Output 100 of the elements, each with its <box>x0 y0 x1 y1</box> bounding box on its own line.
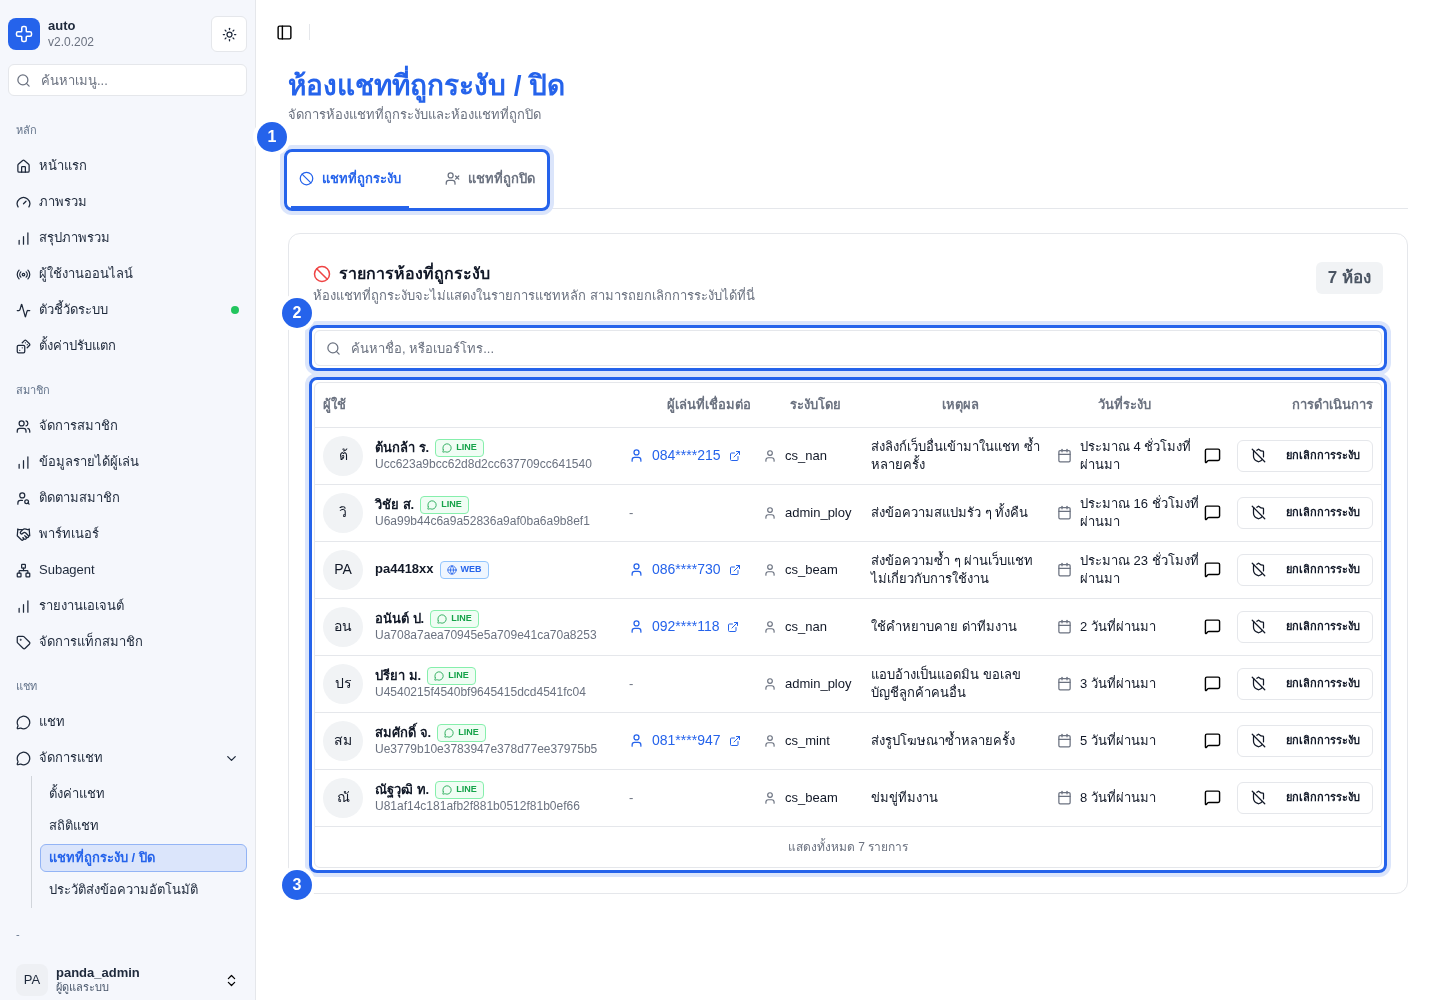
chat-bubble-icon <box>16 714 31 730</box>
chat-bubble-icon <box>442 785 453 795</box>
theme-toggle-button[interactable] <box>211 16 247 52</box>
blocked-date: 3 วันที่ผ่านมา <box>1080 674 1156 693</box>
tab[interactable]: แชทที่ถูกปิด <box>437 151 543 208</box>
user-avatar: PA <box>16 964 48 996</box>
sidebar-item[interactable]: รายงานเอเจนต์ <box>8 588 247 624</box>
home-icon <box>16 158 31 174</box>
chat-bubble-icon <box>427 500 438 510</box>
sidebar-item[interactable]: ตัวชี้วัดระบบ <box>8 292 247 328</box>
user-avatar: วิ <box>323 492 363 533</box>
blocked-by: admin_ploy <box>785 674 852 693</box>
user-avatar: PA <box>323 549 363 590</box>
user-role: ผู้ดูแลระบบ <box>56 981 110 995</box>
block-reason: ส่งรูปโฆษณาซ้ำหลายครั้ง <box>871 731 1016 750</box>
external-link-icon <box>728 449 741 462</box>
block-reason: ข่มขู่ทีมงาน <box>871 788 939 807</box>
sidebar-item[interactable]: ภาพรวม <box>8 184 247 220</box>
unblock-button[interactable]: ยกเลิกการระงับ <box>1237 553 1373 586</box>
blocked-date: 2 วันที่ผ่านมา <box>1080 617 1156 636</box>
calendar-icon <box>1057 733 1072 748</box>
table-search-field[interactable]: ค้นหาชื่อ, หรือเบอร์โทร... <box>314 330 1382 366</box>
sidebar-item[interactable]: ตั้งค่าปรับแตก <box>8 328 247 364</box>
block-reason: แอบอ้างเป็นแอดมิน ขอเลขบัญชีลูกค้าคนอื่น <box>871 665 1022 702</box>
player-link[interactable]: 086****730 <box>629 559 759 580</box>
app-name: auto <box>48 18 77 35</box>
sidebar-item[interactable]: แชท <box>8 704 247 740</box>
sidebar-item[interactable]: จัดการสมาชิก <box>8 408 247 444</box>
blocked-date: 5 วันที่ผ่านมา <box>1080 731 1156 750</box>
block-reason: ใช้คำหยาบคาย ด่าทีมงาน <box>871 617 1018 636</box>
users-icon <box>16 418 31 434</box>
sidebar-item[interactable]: Subagent <box>8 552 247 588</box>
shield-off-icon <box>1250 676 1266 691</box>
unblock-button[interactable]: ยกเลิกการระงับ <box>1237 439 1373 472</box>
sidebar-item[interactable]: ผู้ใช้งานออนไลน์ <box>8 256 247 292</box>
user-name: วิชัย ส. <box>375 496 415 514</box>
unblock-button[interactable]: ยกเลิกการระงับ <box>1237 781 1373 814</box>
blocked-icon <box>313 264 331 283</box>
sidebar-item[interactable]: ข้อมูลรายได้ผู้เล่น <box>8 444 247 480</box>
handshake-icon <box>16 526 31 542</box>
blocked-by: cs_nan <box>785 617 827 636</box>
user-icon <box>629 448 644 463</box>
user-icon <box>629 619 644 634</box>
user-avatar: ณั <box>323 777 363 818</box>
unblock-button[interactable]: ยกเลิกการระงับ <box>1237 667 1373 700</box>
sidebar-subitem[interactable]: ตั้งค่าแชท <box>40 780 247 808</box>
player-link[interactable]: 092****118 <box>629 616 759 637</box>
unblock-button[interactable]: ยกเลิกการระงับ <box>1237 610 1373 643</box>
chat-bubble-icon <box>16 750 31 766</box>
player-link[interactable]: 084****215 <box>629 445 759 466</box>
gauge-icon <box>16 194 31 210</box>
column-header: การดำเนินการ <box>1199 383 1381 427</box>
no-player-text: - <box>629 504 634 520</box>
user-icon <box>763 505 777 520</box>
player-link[interactable]: 081****947 <box>629 730 759 751</box>
menu-search-field[interactable]: ค้นหาเมนู... <box>8 64 247 96</box>
sun-icon <box>221 26 237 42</box>
message-icon <box>1204 561 1221 578</box>
message-icon <box>1204 447 1221 464</box>
unblock-button[interactable]: ยกเลิกการระงับ <box>1237 724 1373 757</box>
bar-chart-icon <box>16 598 31 614</box>
channel-badge: LINE <box>435 439 484 457</box>
page-subtitle: จัดการห้องแชทที่ถูกระงับและห้องแชทที่ถูกปิด <box>288 105 542 125</box>
user-name: ปรียา ม. <box>375 667 422 685</box>
sidebar-item[interactable]: จัดการแชท <box>8 740 247 776</box>
unblock-button[interactable]: ยกเลิกการระงับ <box>1237 496 1373 529</box>
section-label: หลัก <box>15 122 38 138</box>
sidebar-item[interactable]: หน้าแรก <box>8 148 247 184</box>
sidebar-subitem[interactable]: ประวัติส่งข้อความอัตโนมัติ <box>40 876 247 904</box>
section-label: - <box>15 926 21 942</box>
globe-icon <box>446 564 457 575</box>
chat-bubble-icon <box>434 671 445 681</box>
user-icon <box>763 562 777 577</box>
blocked-by: cs_beam <box>785 788 838 807</box>
message-icon <box>1204 504 1221 521</box>
tab[interactable]: แชทที่ถูกระงับ <box>291 151 409 208</box>
external-link-icon <box>728 563 741 576</box>
sidebar-item[interactable]: พาร์ทเนอร์ <box>8 516 247 552</box>
user-name: ต้นกล้า ร. <box>375 439 430 457</box>
sidebar-item[interactable]: จัดการแท็กสมาชิก <box>8 624 247 660</box>
sidebar-item[interactable]: ติดตามสมาชิก <box>8 480 247 516</box>
sidebar-item[interactable]: สรุปภาพรวม <box>8 220 247 256</box>
column-header: ระงับโดย <box>759 383 871 427</box>
user-name: pa4418xx <box>375 561 434 578</box>
channel-badge: WEB <box>439 560 489 579</box>
section-label: แชท <box>15 678 38 694</box>
external-link-icon <box>728 734 741 747</box>
user-id: U81af14c181afb2f881b0512f81b0ef66 <box>375 799 580 814</box>
block-reason: ส่งข้อความซ้ำ ๆ ผ่านเว็บแชท ไม่เกี่ยวกับการใช้งาน <box>871 551 1035 588</box>
channel-badge: LINE <box>420 496 469 514</box>
sidebar-subitem[interactable]: สถิติแชท <box>40 812 247 840</box>
shield-off-icon <box>1250 733 1266 748</box>
section-label: สมาชิก <box>15 382 51 398</box>
user-id: Ucc623a9bcc62d8d2cc637709cc641540 <box>375 457 592 472</box>
channel-badge: LINE <box>435 781 484 799</box>
user-icon <box>763 676 777 691</box>
blocked-date: ประมาณ 23 ชั่วโมงที่ผ่านมา <box>1080 551 1199 588</box>
sidebar-subitem[interactable]: แชทที่ถูกระงับ / ปิด <box>40 844 247 872</box>
step-number-badge: 3 <box>282 869 312 900</box>
blocked-by: cs_beam <box>785 560 838 579</box>
